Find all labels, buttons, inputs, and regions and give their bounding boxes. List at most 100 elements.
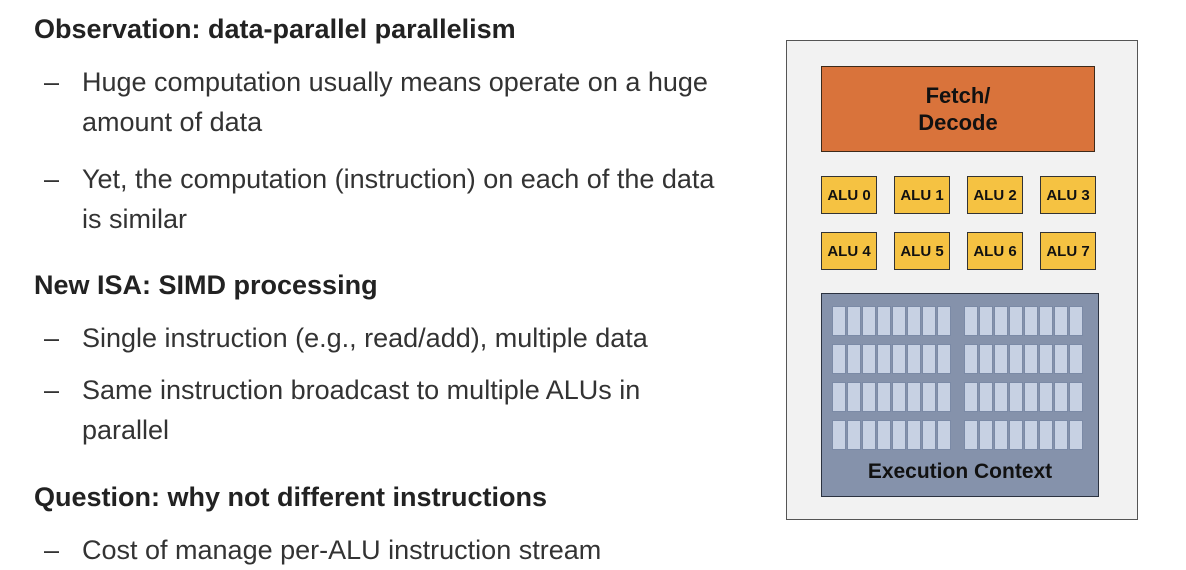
section-heading-new-isa: New ISA: SIMD processing — [34, 270, 378, 300]
bullet-dash: – — [44, 164, 60, 194]
bullet-dash: – — [44, 67, 60, 97]
alu-unit: ALU 1 — [894, 176, 950, 214]
register-cell — [892, 382, 906, 412]
register-cell — [1024, 306, 1038, 336]
register-cell — [892, 306, 906, 336]
bullet-item: – Cost of manage per-ALU instruction str… — [44, 530, 732, 570]
fetch-decode-label-line1: Fetch/ — [925, 83, 991, 108]
bullet-item: – Same instruction broadcast to multiple… — [44, 370, 732, 450]
alu-unit: ALU 7 — [1040, 232, 1096, 270]
register-row — [964, 420, 1084, 450]
register-cell — [907, 382, 921, 412]
register-cell — [994, 344, 1008, 374]
register-cell — [922, 344, 936, 374]
register-cell — [862, 382, 876, 412]
register-cell — [1009, 344, 1023, 374]
register-cell — [937, 306, 951, 336]
bullet-text: Single instruction (e.g., read/add), mul… — [82, 323, 648, 353]
register-cell — [1069, 344, 1083, 374]
register-cell — [994, 420, 1008, 450]
bullet-text: Cost of manage per-ALU instruction strea… — [82, 535, 602, 565]
register-cell — [847, 306, 861, 336]
register-cell — [1009, 382, 1023, 412]
register-cell — [832, 344, 846, 374]
bullet-text: Same instruction broadcast to multiple A… — [82, 375, 641, 445]
register-cell — [892, 420, 906, 450]
register-cell — [979, 306, 993, 336]
register-cell — [964, 306, 978, 336]
register-cell — [1024, 382, 1038, 412]
section-heading-question: Question: why not different instructions — [34, 482, 547, 512]
register-cell — [937, 420, 951, 450]
register-cell — [1024, 420, 1038, 450]
register-cell — [907, 306, 921, 336]
register-cell — [964, 344, 978, 374]
register-cell — [964, 420, 978, 450]
register-cell — [1054, 420, 1068, 450]
register-cell — [937, 382, 951, 412]
register-row — [964, 382, 1084, 412]
bullet-text: Yet, the computation (instruction) on ea… — [82, 164, 715, 234]
register-cell — [832, 306, 846, 336]
slide-text: Observation: data-parallel parallelism –… — [0, 0, 760, 565]
alu-unit: ALU 6 — [967, 232, 1023, 270]
register-cell — [1054, 344, 1068, 374]
bullet-item: – Huge computation usually means operate… — [44, 62, 732, 142]
register-cell — [979, 382, 993, 412]
processor-core-diagram: Fetch/ Decode ALU 0 ALU 1 ALU 2 ALU 3 AL… — [786, 40, 1138, 520]
bullet-dash: – — [44, 323, 60, 353]
register-row — [832, 382, 952, 412]
register-cell — [877, 420, 891, 450]
register-row — [832, 306, 952, 336]
alu-unit: ALU 5 — [894, 232, 950, 270]
register-cell — [994, 382, 1008, 412]
bullet-item: – Single instruction (e.g., read/add), m… — [44, 318, 732, 358]
register-row — [964, 344, 1084, 374]
fetch-decode-label-line2: Decode — [918, 110, 998, 135]
execution-context: Execution Context — [821, 293, 1099, 497]
alu-unit: ALU 2 — [967, 176, 1023, 214]
register-cell — [979, 344, 993, 374]
register-cell — [994, 306, 1008, 336]
execution-context-label: Execution Context — [867, 460, 1053, 483]
register-cell — [1054, 306, 1068, 336]
register-cell — [907, 344, 921, 374]
register-cell — [847, 420, 861, 450]
register-cell — [1069, 420, 1083, 450]
register-cell — [832, 382, 846, 412]
register-row — [832, 344, 952, 374]
register-cell — [922, 382, 936, 412]
register-cell — [979, 420, 993, 450]
register-cell — [922, 420, 936, 450]
register-cell — [862, 344, 876, 374]
register-cell — [1039, 344, 1053, 374]
register-cell — [847, 344, 861, 374]
register-cell — [1024, 344, 1038, 374]
alu-unit: ALU 3 — [1040, 176, 1096, 214]
register-cell — [892, 344, 906, 374]
register-cell — [832, 420, 846, 450]
bullet-item: – Yet, the computation (instruction) on … — [44, 159, 732, 239]
register-cell — [877, 306, 891, 336]
register-cell — [964, 382, 978, 412]
register-cell — [1009, 420, 1023, 450]
register-cell — [877, 382, 891, 412]
alu-unit: ALU 4 — [821, 232, 877, 270]
register-row — [964, 306, 1084, 336]
bullet-dash: – — [44, 375, 60, 405]
register-row — [832, 420, 952, 450]
register-cell — [937, 344, 951, 374]
register-cell — [862, 306, 876, 336]
register-cell — [1009, 306, 1023, 336]
section-heading-observation: Observation: data-parallel parallelism — [34, 14, 516, 44]
fetch-decode-unit: Fetch/ Decode — [821, 66, 1095, 152]
register-cell — [1039, 382, 1053, 412]
bullet-text: Huge computation usually means operate o… — [82, 67, 708, 137]
register-cell — [1039, 420, 1053, 450]
register-cell — [1039, 306, 1053, 336]
alu-unit: ALU 0 — [821, 176, 877, 214]
register-cell — [1054, 382, 1068, 412]
bullet-dash: – — [44, 535, 60, 565]
register-cell — [922, 306, 936, 336]
register-cell — [847, 382, 861, 412]
